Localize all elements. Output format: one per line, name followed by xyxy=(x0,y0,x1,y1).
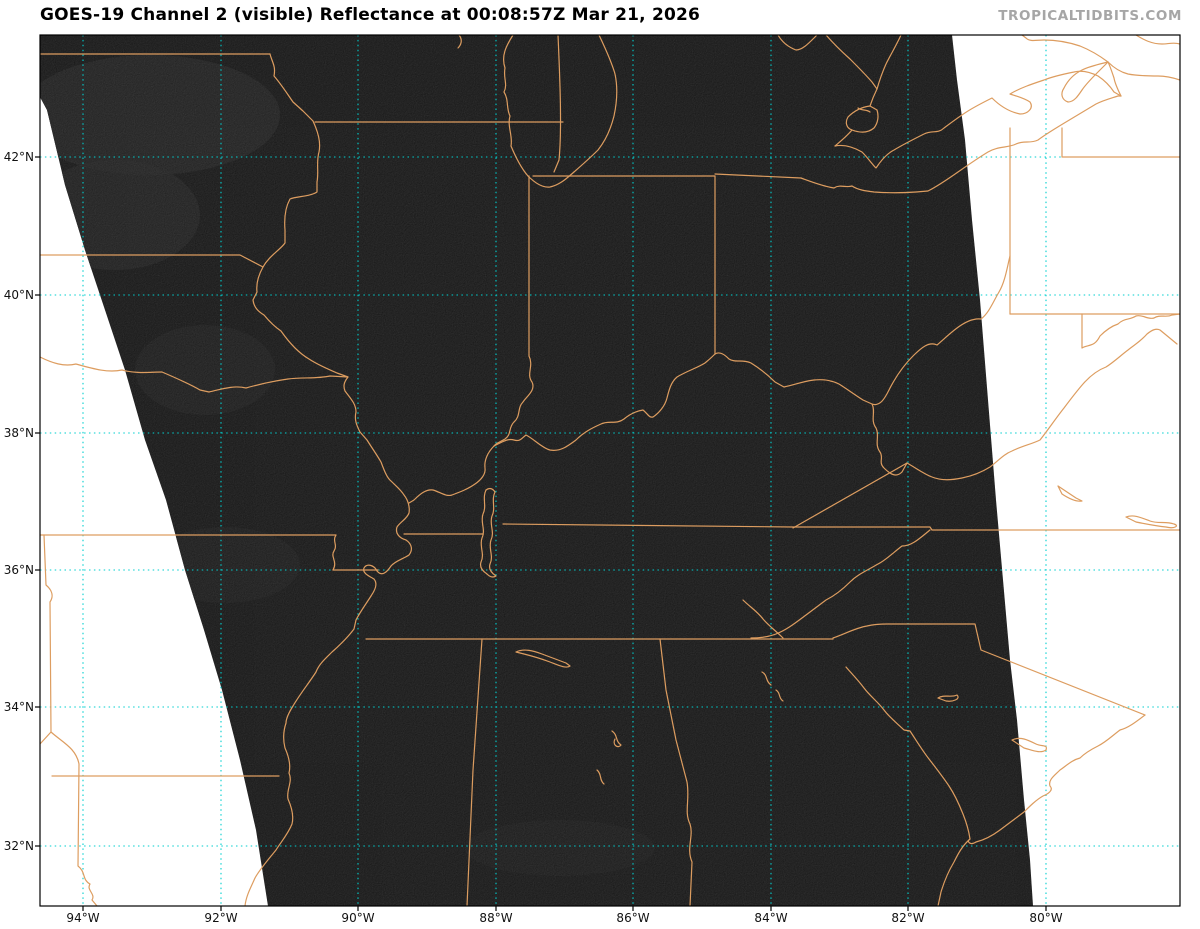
red-sabine-toledo-bend xyxy=(50,731,98,906)
potomac-river xyxy=(1081,313,1180,349)
lon-tick-label: 84°W xyxy=(754,911,788,925)
lake-ontario-west-end xyxy=(1061,61,1109,103)
lat-tick-label: 36°N xyxy=(3,563,34,577)
lon-tick-label: 92°W xyxy=(204,911,238,925)
lon-tick-label: 94°W xyxy=(66,911,100,925)
ontario-shore-top-right xyxy=(1135,35,1180,45)
lake-ontario-south-shore xyxy=(1107,61,1180,81)
lon-tick-label: 86°W xyxy=(616,911,650,925)
satellite-image-viewer: GOES-19 Channel 2 (visible) Reflectance … xyxy=(0,0,1200,929)
lon-tick-label: 90°W xyxy=(341,911,375,925)
lon-tick-label: 88°W xyxy=(479,911,513,925)
lat-tick-label: 34°N xyxy=(3,700,34,714)
satellite-map-canvas xyxy=(35,34,1181,911)
border-newyork-pennsylvania xyxy=(1061,127,1180,158)
lon-tick-label: 80°W xyxy=(1029,911,1063,925)
lon-tick-label: 82°W xyxy=(891,911,925,925)
border-arkansas-west xyxy=(40,534,53,745)
lat-tick-label: 42°N xyxy=(3,150,34,164)
lat-tick-label: 38°N xyxy=(3,426,34,440)
lat-tick-label: 40°N xyxy=(3,288,34,302)
kerr-lake-gaston xyxy=(1125,515,1178,529)
smith-mountain-lake xyxy=(1057,485,1083,502)
lat-tick-label: 32°N xyxy=(3,839,34,853)
lake-ontario-north-shore xyxy=(1021,35,1109,63)
